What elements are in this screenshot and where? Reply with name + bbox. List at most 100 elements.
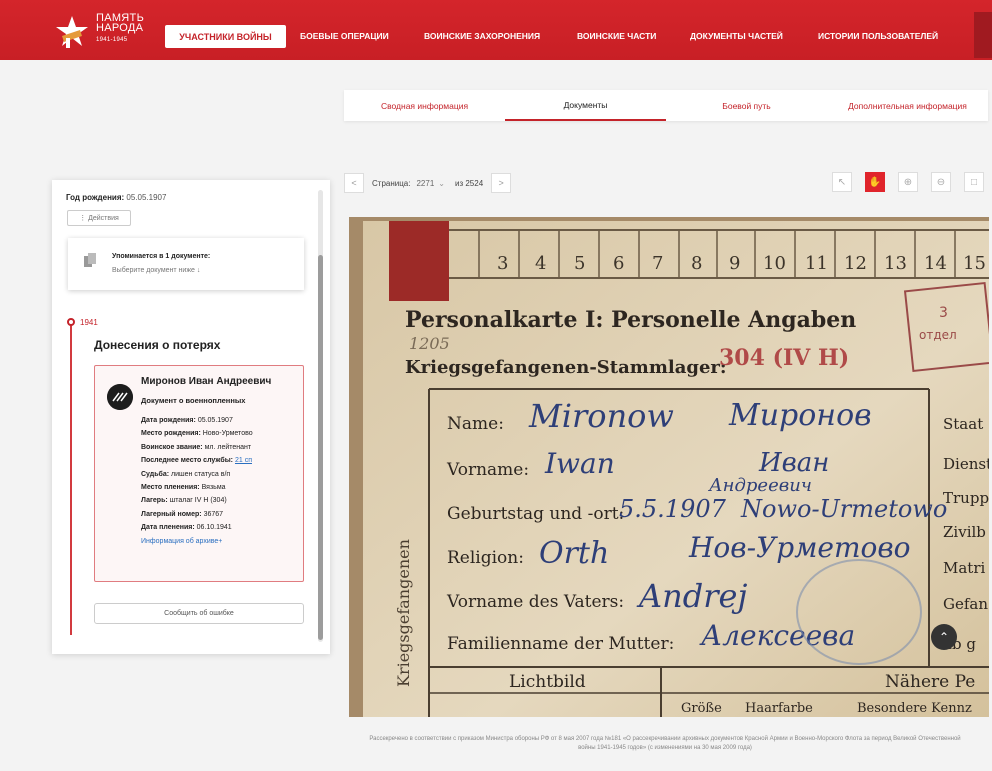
col-num: 7 bbox=[652, 253, 663, 274]
svg-text:Staat: Staat bbox=[943, 415, 983, 433]
star-logo-icon[interactable] bbox=[52, 14, 92, 50]
field-label: Vorname: bbox=[446, 460, 529, 480]
person-name[interactable]: Миронов Иван Андреевич bbox=[141, 376, 271, 387]
col-num: 11 bbox=[805, 253, 828, 274]
comment-icon[interactable]: □ bbox=[964, 172, 984, 192]
nav-burials[interactable]: ВОИНСКИЕ ЗАХОРОНЕНИЯ bbox=[424, 31, 540, 41]
field-label: Vorname des Vaters: bbox=[446, 592, 624, 612]
pow-badge-icon bbox=[107, 384, 133, 410]
report-error-button[interactable]: Сообщить об ошибке bbox=[94, 603, 304, 624]
pointer-icon[interactable]: ↖ bbox=[832, 172, 852, 192]
col-num: 10 bbox=[763, 253, 786, 274]
details-label: Nähere Pe bbox=[885, 672, 975, 692]
svg-text:Orth: Orth bbox=[539, 536, 609, 571]
timeline-dot bbox=[67, 318, 75, 326]
col-num: 12 bbox=[844, 253, 867, 274]
stamp-label: отдел bbox=[919, 328, 957, 342]
document-viewer[interactable]: 3 4 5 6 7 8 9 10 11 12 13 14 15 Personal… bbox=[349, 217, 989, 717]
side-text: Kriegsgefangenen bbox=[394, 539, 413, 687]
page-select[interactable]: 2271 bbox=[416, 179, 434, 188]
col-num: 4 bbox=[535, 253, 546, 274]
svg-text:Haarfarbe: Haarfarbe bbox=[745, 701, 813, 716]
field-capture-date: Дата пленения: 06.10.1941 bbox=[141, 524, 232, 532]
svg-text:Andrej: Andrej bbox=[636, 577, 747, 615]
field-label: Name: bbox=[447, 414, 504, 434]
document-type: Документ о военнопленных bbox=[141, 396, 246, 405]
col-num: 9 bbox=[729, 253, 740, 274]
nav-unit-documents[interactable]: ДОКУМЕНТЫ ЧАСТЕЙ bbox=[690, 31, 783, 41]
hand-icon[interactable]: ✋ bbox=[865, 172, 885, 192]
tab-combat-path[interactable]: Боевой путь bbox=[666, 90, 827, 121]
mention-title: Упоминается в 1 документе: bbox=[112, 253, 211, 260]
svg-text:Иван: Иван bbox=[758, 448, 829, 478]
svg-text:Besondere Kennz: Besondere Kennz bbox=[857, 701, 972, 716]
field-label: Geburtstag und -ort: bbox=[447, 504, 624, 524]
logo-text[interactable]: ПАМЯТЬ НАРОДА 1941-1945 bbox=[96, 13, 144, 45]
svg-text:5.5.1907: 5.5.1907 bbox=[619, 495, 727, 523]
col-num: 3 bbox=[497, 253, 508, 274]
tab-documents[interactable]: Документы bbox=[505, 90, 666, 121]
photo-label: Lichtbild bbox=[509, 672, 586, 692]
tab-summary[interactable]: Сводная информация bbox=[344, 90, 505, 121]
mention-box: Упоминается в 1 документе: Выберите доку… bbox=[68, 238, 304, 290]
svg-text:Iwan: Iwan bbox=[544, 447, 615, 480]
svg-text:Trupp: Trupp bbox=[943, 489, 989, 507]
field-camp-number: Лагерный номер: 36767 bbox=[141, 510, 224, 518]
prev-page-button[interactable]: < bbox=[344, 173, 364, 193]
person-card[interactable]: Миронов Иван Андреевич Документ о военно… bbox=[94, 365, 304, 582]
scrollbar-thumb[interactable] bbox=[318, 255, 323, 640]
svg-text:Миронов: Миронов bbox=[728, 398, 872, 433]
nav-user-stories[interactable]: ИСТОРИИ ПОЛЬЗОВАТЕЛЕЙ bbox=[818, 31, 938, 41]
col-num: 6 bbox=[613, 253, 624, 274]
mention-subtitle: Выберите документ ниже ↓ bbox=[112, 267, 201, 274]
birth-value: 05.05.1907 bbox=[126, 193, 167, 202]
nav-units[interactable]: ВОИНСКИЕ ЧАСТИ bbox=[577, 31, 656, 41]
svg-text:Алексеева: Алексеева bbox=[699, 619, 855, 652]
chevron-down-icon[interactable]: ⌄ bbox=[438, 179, 445, 188]
birth-label: Год рождения: bbox=[66, 193, 125, 202]
scroll-up-icon[interactable]: ⌃ bbox=[931, 624, 957, 650]
viewer-tools: ↖ ✋ ⊕ ⊖ □ bbox=[832, 172, 992, 192]
footer-note: Рассекречено в соответствии с приказом М… bbox=[369, 736, 961, 751]
birth-year: Год рождения: 05.05.1907 bbox=[66, 193, 166, 202]
field-capture-place: Место пленения: Вязьма bbox=[141, 484, 226, 492]
nav-participants[interactable]: УЧАСТНИКИ ВОЙНЫ bbox=[165, 25, 286, 48]
site-header: ПАМЯТЬ НАРОДА 1941-1945 УЧАСТНИКИ ВОЙНЫ … bbox=[0, 0, 992, 60]
svg-text:Größe: Größe bbox=[681, 701, 722, 716]
svg-text:Dienst: Dienst bbox=[943, 455, 989, 473]
field-birth-place: Место рождения: Ново-Урметово bbox=[141, 430, 253, 438]
field-last-service: Последнее место службы: 21 сп bbox=[141, 457, 252, 465]
svg-text:Zivilb: Zivilb bbox=[943, 523, 986, 541]
card-heading: Personalkarte I: Personelle Angaben bbox=[405, 307, 856, 333]
section-title: Донесения о потерях bbox=[94, 338, 221, 352]
stamp-number: 3 bbox=[939, 305, 948, 321]
tab-additional-info[interactable]: Дополнительная информация bbox=[827, 90, 988, 121]
field-birth-date: Дата рождения: 05.05.1907 bbox=[141, 417, 233, 424]
field-camp: Лагерь: шталаг IV H (304) bbox=[141, 497, 227, 505]
timeline-line bbox=[70, 323, 72, 635]
unit-link[interactable]: 21 сп bbox=[235, 457, 252, 464]
col-num: 5 bbox=[574, 253, 585, 274]
zoom-in-icon[interactable]: ⊕ bbox=[898, 172, 918, 192]
field-label: Religion: bbox=[447, 548, 524, 568]
page-total: из 2524 bbox=[454, 178, 484, 188]
svg-text:Nowo-Urmetowo: Nowo-Urmetowo bbox=[740, 495, 947, 523]
timeline-year: 1941 bbox=[80, 318, 98, 327]
document-icon bbox=[84, 253, 96, 267]
header-right-edge bbox=[974, 12, 992, 58]
next-page-button[interactable]: > bbox=[491, 173, 512, 193]
actions-button[interactable]: ⋮ Действия bbox=[67, 210, 131, 226]
field-fate: Судьба: лишен статуса в/п bbox=[141, 470, 231, 478]
stammlager-label: Kriegsgefangenen-Stammlager: bbox=[405, 357, 727, 378]
handwritten-number: 1205 bbox=[409, 334, 450, 353]
sidebar-scrollbar[interactable] bbox=[318, 190, 323, 642]
pager: < Страница: 2271 ⌄ из 2524 > bbox=[344, 172, 512, 194]
col-num: 8 bbox=[691, 253, 702, 274]
col-num: 13 bbox=[884, 253, 907, 274]
archive-info-link[interactable]: Информация об архиве+ bbox=[141, 535, 253, 548]
svg-text:Gefan: Gefan bbox=[943, 595, 988, 613]
nav-operations[interactable]: БОЕВЫЕ ОПЕРАЦИИ bbox=[300, 31, 389, 41]
col-num: 15 bbox=[963, 253, 986, 274]
tab-bar: Сводная информация Документы Боевой путь… bbox=[344, 90, 988, 121]
zoom-out-icon[interactable]: ⊖ bbox=[931, 172, 951, 192]
